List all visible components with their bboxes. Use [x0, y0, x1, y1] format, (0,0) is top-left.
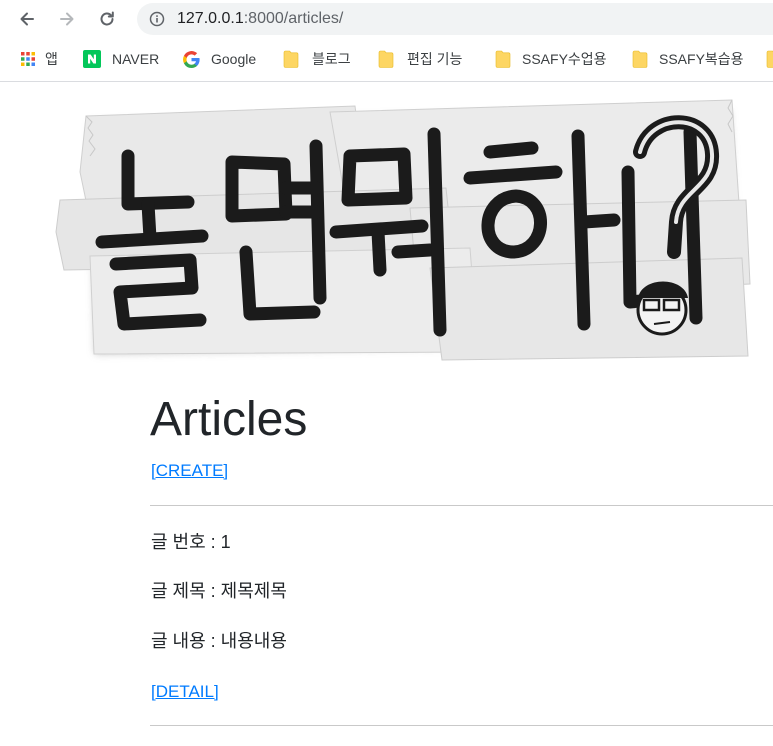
bookmark-label: SSAFY복습용 — [659, 51, 744, 67]
back-button[interactable] — [14, 6, 40, 32]
article-content: 글 내용 : 내용내용 — [151, 631, 287, 651]
bookmark-google[interactable]: Google — [183, 48, 256, 70]
article-number: 글 번호 : 1 — [151, 532, 231, 552]
page-title: Articles — [150, 393, 308, 446]
article-title: 글 제목 : 제목제목 — [151, 581, 287, 601]
reload-icon — [100, 11, 114, 26]
bookmark-label: 앱 — [45, 51, 58, 67]
folder-icon — [766, 50, 773, 68]
bookmark-folder-ssafy-review[interactable]: SSAFY복습용 — [632, 48, 744, 70]
url-path: :8000/articles/ — [243, 10, 344, 27]
google-icon — [183, 50, 200, 68]
folder-icon — [378, 50, 394, 68]
bookmarks-bar: 앱 NAVER Google 블로그 편집 기능 SSAFY수업용 SSAFY복… — [0, 44, 773, 74]
arrow-left-icon — [20, 12, 34, 26]
arrow-right-icon — [60, 12, 74, 26]
bookmark-folder-edit[interactable]: 편집 기능 — [378, 48, 462, 70]
toolbar-divider — [0, 81, 773, 82]
browser-toolbar: 127.0.0.1:8000/articles/ — [0, 0, 773, 38]
apps-grid-icon — [21, 52, 35, 66]
reload-button[interactable] — [94, 6, 120, 32]
folder-icon — [495, 50, 511, 68]
bookmark-label: 편집 기능 — [407, 51, 463, 67]
hangout-logo-banner — [55, 99, 751, 361]
naver-icon — [83, 50, 101, 68]
bookmark-naver[interactable]: NAVER — [83, 48, 159, 70]
url-text[interactable]: 127.0.0.1:8000/articles/ — [177, 10, 343, 28]
folder-icon — [283, 50, 299, 68]
divider — [150, 725, 773, 726]
address-bar[interactable]: 127.0.0.1:8000/articles/ — [137, 3, 773, 35]
url-host: 127.0.0.1 — [177, 10, 244, 27]
detail-link[interactable]: [DETAIL] — [151, 681, 219, 703]
forward-button[interactable] — [54, 6, 80, 32]
create-link[interactable]: [CREATE] — [151, 460, 228, 482]
bookmark-label: NAVER — [112, 51, 160, 67]
bookmark-label: 블로그 — [312, 51, 351, 67]
browser-chrome: 127.0.0.1:8000/articles/ 앱 NAVER Google … — [0, 0, 773, 82]
folder-icon — [632, 50, 648, 68]
divider — [150, 505, 773, 506]
bookmark-folder-ssafy-class[interactable]: SSAFY수업용 — [495, 48, 607, 70]
info-icon[interactable] — [149, 11, 165, 27]
bookmark-apps[interactable]: 앱 — [20, 48, 58, 70]
bookmark-label: Google — [211, 51, 257, 67]
bookmark-folder-blog[interactable]: 블로그 — [283, 48, 351, 70]
bookmark-folder-overflow[interactable] — [766, 48, 773, 70]
bookmark-label: SSAFY수업용 — [522, 51, 607, 67]
